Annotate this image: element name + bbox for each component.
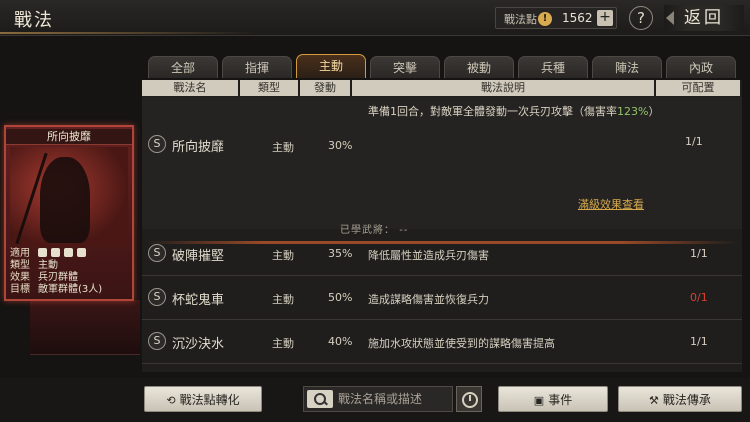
card-info-value: 兵刃群體 — [38, 272, 78, 283]
description-text-end: ） — [648, 105, 660, 118]
table-row[interactable]: S 沉沙決水 主動 40% 施加水攻狀態並使受到的謀略傷害提高 1/1 — [142, 321, 742, 363]
hammer-icon: ⚒ — [649, 394, 659, 407]
tab-assault[interactable]: 突擊 — [370, 56, 440, 78]
tab-all[interactable]: 全部 — [148, 56, 218, 78]
card-info-value: 主動 — [38, 260, 58, 271]
tactic-description: 造成謀略傷害並恢復兵力 — [368, 293, 489, 306]
damage-rate-value: 123% — [617, 105, 649, 118]
grade-badge: S — [148, 332, 166, 350]
tactic-rate: 50% — [328, 291, 353, 304]
tab-troop-type[interactable]: 兵種 — [518, 56, 588, 78]
convert-points-label: 戰法點轉化 — [179, 393, 240, 407]
bow-icon — [64, 248, 73, 257]
card-info-effect: 效果 兵刃群體 — [8, 272, 130, 284]
tactic-name: 破陣摧堅 — [172, 249, 225, 264]
card-stack-back — [30, 300, 140, 355]
title-divider — [0, 32, 260, 34]
card-info-target: 目標 敵軍群體(3人) — [8, 284, 130, 296]
table-row[interactable]: S 杯蛇鬼車 主動 50% 造成謀略傷害並恢復兵力 0/1 — [142, 277, 742, 319]
tab-passive[interactable]: 被動 — [444, 56, 514, 78]
description-text: 準備1回合，對敵軍全體發動一次兵刃攻擊（傷害率 — [368, 105, 617, 118]
card-info-key: 類型 — [10, 260, 30, 271]
scroll-icon: ▣ — [533, 394, 545, 407]
warrior-silhouette — [40, 157, 90, 243]
row-divider — [142, 319, 742, 320]
tactic-type: 主動 — [272, 141, 294, 154]
tactic-inherit-button[interactable]: ⚒ 戰法傳承 — [618, 386, 742, 412]
grade-badge: S — [148, 244, 166, 262]
page-title: 戰法 — [14, 10, 54, 31]
tactic-config: 1/1 — [685, 135, 703, 148]
card-info-value: 敵軍群體(3人) — [38, 284, 103, 295]
tactic-description: 降低屬性並造成兵刃傷害 — [368, 249, 489, 262]
coin-icon: ! — [538, 12, 552, 26]
table-row[interactable]: S 破陣摧堅 主動 35% 降低屬性並造成兵刃傷害 1/1 — [142, 233, 742, 275]
search-icon[interactable] — [307, 390, 333, 408]
shield-icon — [51, 248, 60, 257]
tactic-name: 杯蛇鬼車 — [172, 293, 225, 308]
column-header-description: 戰法說明 — [352, 80, 654, 96]
column-header-config[interactable]: 可配置 — [656, 80, 740, 96]
tactic-config: 1/1 — [690, 247, 708, 260]
grade-badge: S — [148, 288, 166, 306]
card-info-key: 目標 — [10, 284, 30, 295]
full-level-effect-link[interactable]: 滿級效果查看 — [578, 196, 644, 212]
row-divider — [142, 275, 742, 276]
tactic-name: 沉沙決水 — [172, 337, 225, 352]
tactic-card: 所向披靡 適用 類型 主動 效果 兵刃群體 目標 敵軍群體(3人) — [4, 125, 134, 301]
tactic-type: 主動 — [272, 293, 294, 306]
card-info-key: 效果 — [10, 272, 30, 283]
tactic-type: 主動 — [272, 249, 294, 262]
column-header-name[interactable]: 戰法名 — [142, 80, 238, 96]
card-info-applicable: 適用 — [8, 248, 130, 260]
tactic-rate: 35% — [328, 247, 353, 260]
help-button[interactable]: ? — [629, 6, 653, 30]
table-row-selected[interactable]: S 所向披靡 主動 30% 準備1回合，對敵軍全體發動一次兵刃攻擊（傷害率123… — [142, 97, 742, 244]
tab-active[interactable]: 主動 — [296, 54, 366, 78]
bottom-toolbar: ⟲戰法點轉化 ▣事件 ⚒戰法傳承 — [0, 378, 750, 422]
tactic-config: 1/1 — [690, 335, 708, 348]
convert-icon: ⟲ — [166, 394, 176, 407]
column-header-type[interactable]: 類型 — [240, 80, 298, 96]
top-bar: 戰法 戰法點 ! 1562 + ? 返回 — [0, 0, 750, 36]
tactic-description: 準備1回合，對敵軍全體發動一次兵刃攻擊（傷害率123%） — [368, 103, 668, 121]
tab-command[interactable]: 指揮 — [222, 56, 292, 78]
tactic-config: 0/1 — [690, 291, 708, 304]
card-info-type: 類型 主動 — [8, 260, 130, 272]
back-button[interactable]: 返回 — [664, 5, 744, 31]
tactic-rate: 30% — [328, 139, 353, 152]
events-button[interactable]: ▣ 事件 — [498, 386, 608, 412]
add-points-button[interactable]: + — [597, 10, 613, 26]
search-input[interactable] — [338, 390, 450, 408]
convert-points-button[interactable]: ⟲ 戰法點轉化 — [144, 386, 262, 412]
tactic-points-value: 1562 — [562, 11, 593, 25]
card-info: 適用 類型 主動 效果 兵刃群體 目標 敵軍群體(3人) — [8, 248, 130, 296]
grade-badge: S — [148, 135, 166, 153]
tactic-type: 主動 — [272, 337, 294, 350]
card-title: 所向披靡 — [6, 129, 132, 145]
cavalry-icon — [38, 248, 47, 257]
tab-formation[interactable]: 陣法 — [592, 56, 662, 78]
history-clock-button[interactable] — [456, 386, 482, 412]
tactic-inherit-label: 戰法傳承 — [662, 393, 711, 407]
tactic-list[interactable]: 戰法名 類型 發動 戰法說明 可配置 S 所向披靡 主動 30% 準備1回合，對… — [142, 80, 742, 372]
tab-internal-affairs[interactable]: 內政 — [666, 56, 736, 78]
tactic-name: 所向披靡 — [172, 140, 225, 155]
row-divider — [142, 363, 742, 364]
column-header-rate[interactable]: 發動 — [300, 80, 350, 96]
siege-icon — [77, 248, 86, 257]
events-label: 事件 — [548, 393, 573, 407]
card-artwork — [10, 147, 128, 247]
tactic-points-display: 戰法點 ! 1562 + — [495, 7, 617, 29]
search-field[interactable] — [303, 386, 453, 412]
card-info-key: 適用 — [10, 248, 30, 259]
tactic-tabs: 全部 指揮 主動 突擊 被動 兵種 陣法 內政 — [146, 54, 740, 78]
tactic-rate: 40% — [328, 335, 353, 348]
tactic-points-label: 戰法點 — [504, 13, 537, 26]
tactic-description: 施加水攻狀態並使受到的謀略傷害提高 — [368, 337, 555, 350]
